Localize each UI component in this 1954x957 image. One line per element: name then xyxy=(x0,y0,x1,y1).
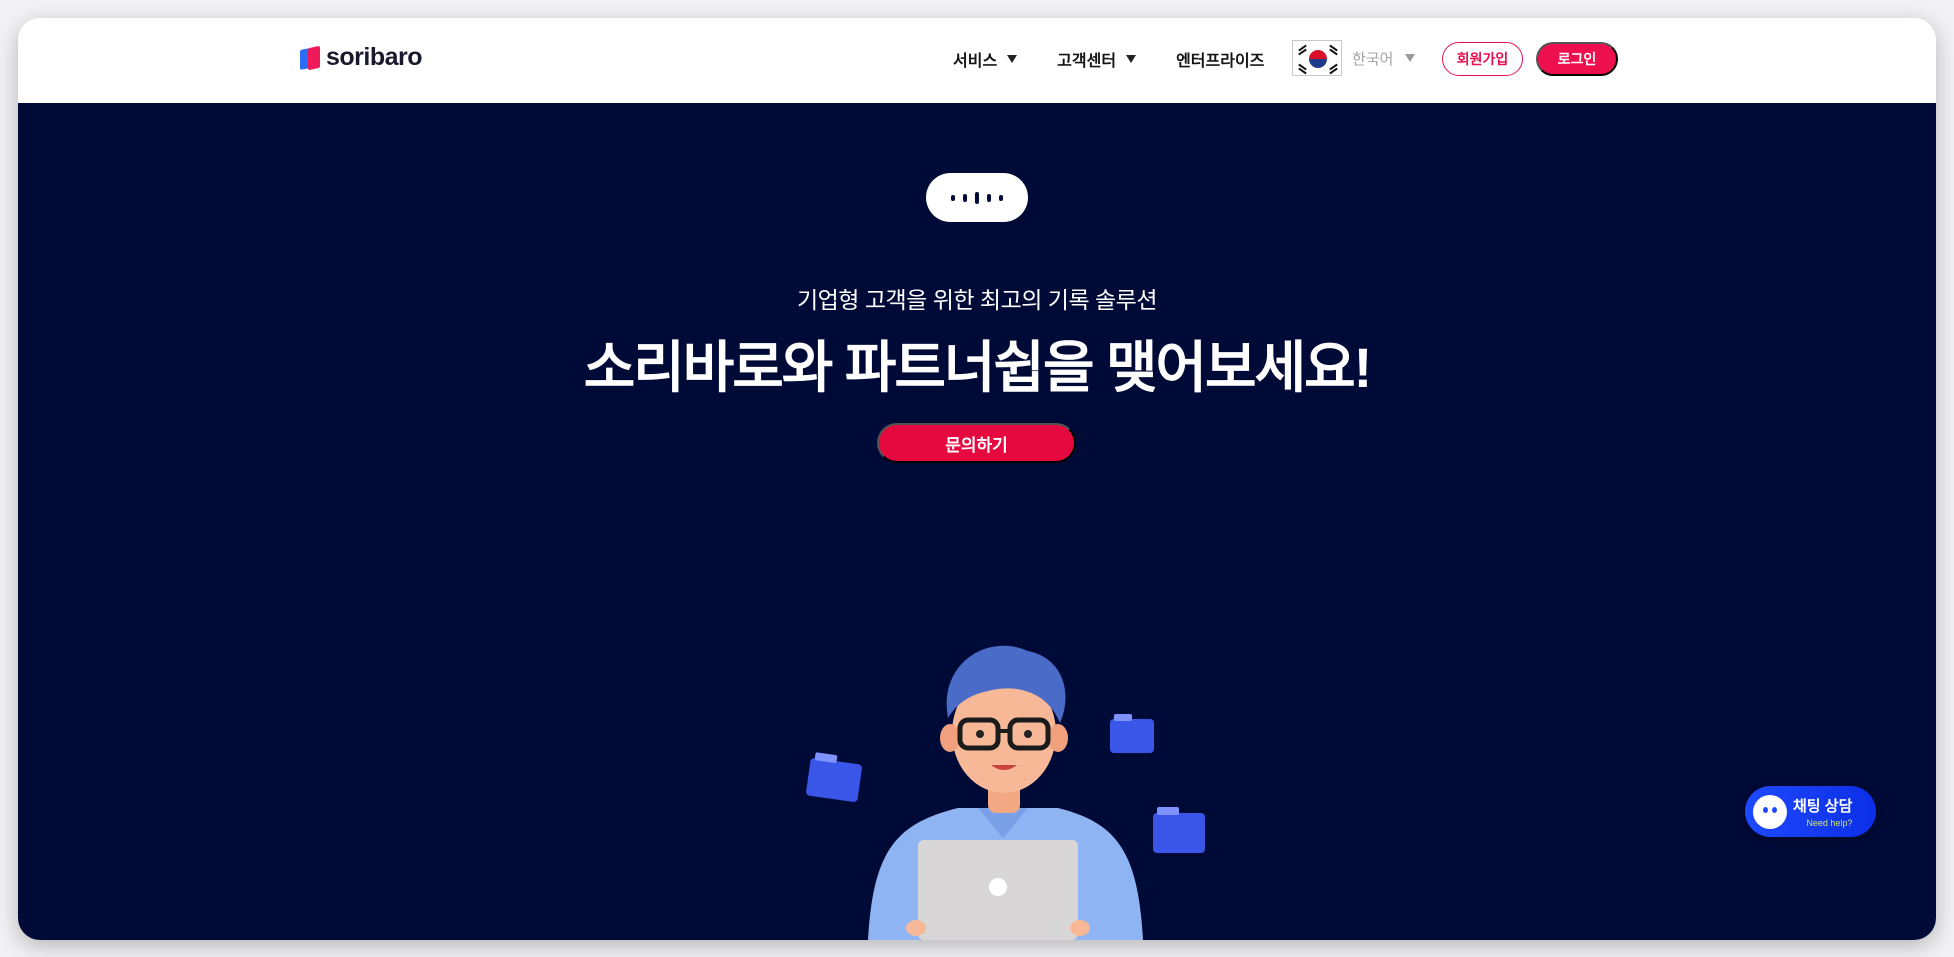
speech-bubble-icon xyxy=(926,173,1028,222)
person-with-laptop-illustration xyxy=(806,645,1205,940)
nav-item-customer-center[interactable]: 고객센터 xyxy=(1057,45,1137,73)
language-selector[interactable]: 한국어 xyxy=(1292,40,1416,76)
language-label: 한국어 xyxy=(1352,50,1394,68)
caret-down-icon xyxy=(1405,54,1416,62)
caret-down-icon xyxy=(1126,55,1137,63)
caret-down-icon xyxy=(1007,55,1018,63)
folder-icon xyxy=(1110,714,1154,753)
inquiry-button[interactable]: 문의하기 xyxy=(877,423,1076,463)
login-button[interactable]: 로그인 xyxy=(1536,42,1618,76)
folder-icon xyxy=(1153,807,1205,853)
nav-item-service[interactable]: 서비스 xyxy=(953,45,1018,73)
kr-flag-icon xyxy=(1292,40,1342,76)
chat-consult-button[interactable]: 채팅 상담 Need help? xyxy=(1745,786,1876,837)
browser-window: soribaro 서비스 고객센터 엔터프라이즈 한국어 회원가입 로그인 기업… xyxy=(18,18,1936,940)
chat-subtitle: Need help? xyxy=(1806,818,1853,828)
hero-section: 기업형 고객을 위한 최고의 기록 솔루션 소리바로와 파트너쉽을 맺어보세요!… xyxy=(18,103,1936,940)
hero-headline: 소리바로와 파트너쉽을 맺어보세요! xyxy=(583,336,1373,399)
logo-text: soribaro xyxy=(326,43,423,71)
chat-bot-icon xyxy=(1753,794,1787,829)
chat-title: 채팅 상담 xyxy=(1793,798,1853,815)
main-nav: 서비스 고객센터 엔터프라이즈 xyxy=(953,45,1304,73)
soribaro-logo[interactable]: soribaro xyxy=(300,43,423,72)
nav-item-label: 고객센터 xyxy=(1057,53,1117,70)
logo-mark-icon xyxy=(300,45,322,70)
folder-icon xyxy=(806,752,862,802)
signup-button[interactable]: 회원가입 xyxy=(1442,42,1523,76)
nav-item-label: 서비스 xyxy=(953,53,998,70)
hero-subtitle: 기업형 고객을 위한 최고의 기록 솔루션 xyxy=(796,287,1158,313)
nav-item-enterprise[interactable]: 엔터프라이즈 xyxy=(1176,45,1264,73)
site-header: soribaro 서비스 고객센터 엔터프라이즈 한국어 회원가입 로그인 xyxy=(18,18,1936,103)
chat-text: 채팅 상담 Need help? xyxy=(1793,795,1852,828)
nav-item-label: 엔터프라이즈 xyxy=(1176,53,1265,70)
